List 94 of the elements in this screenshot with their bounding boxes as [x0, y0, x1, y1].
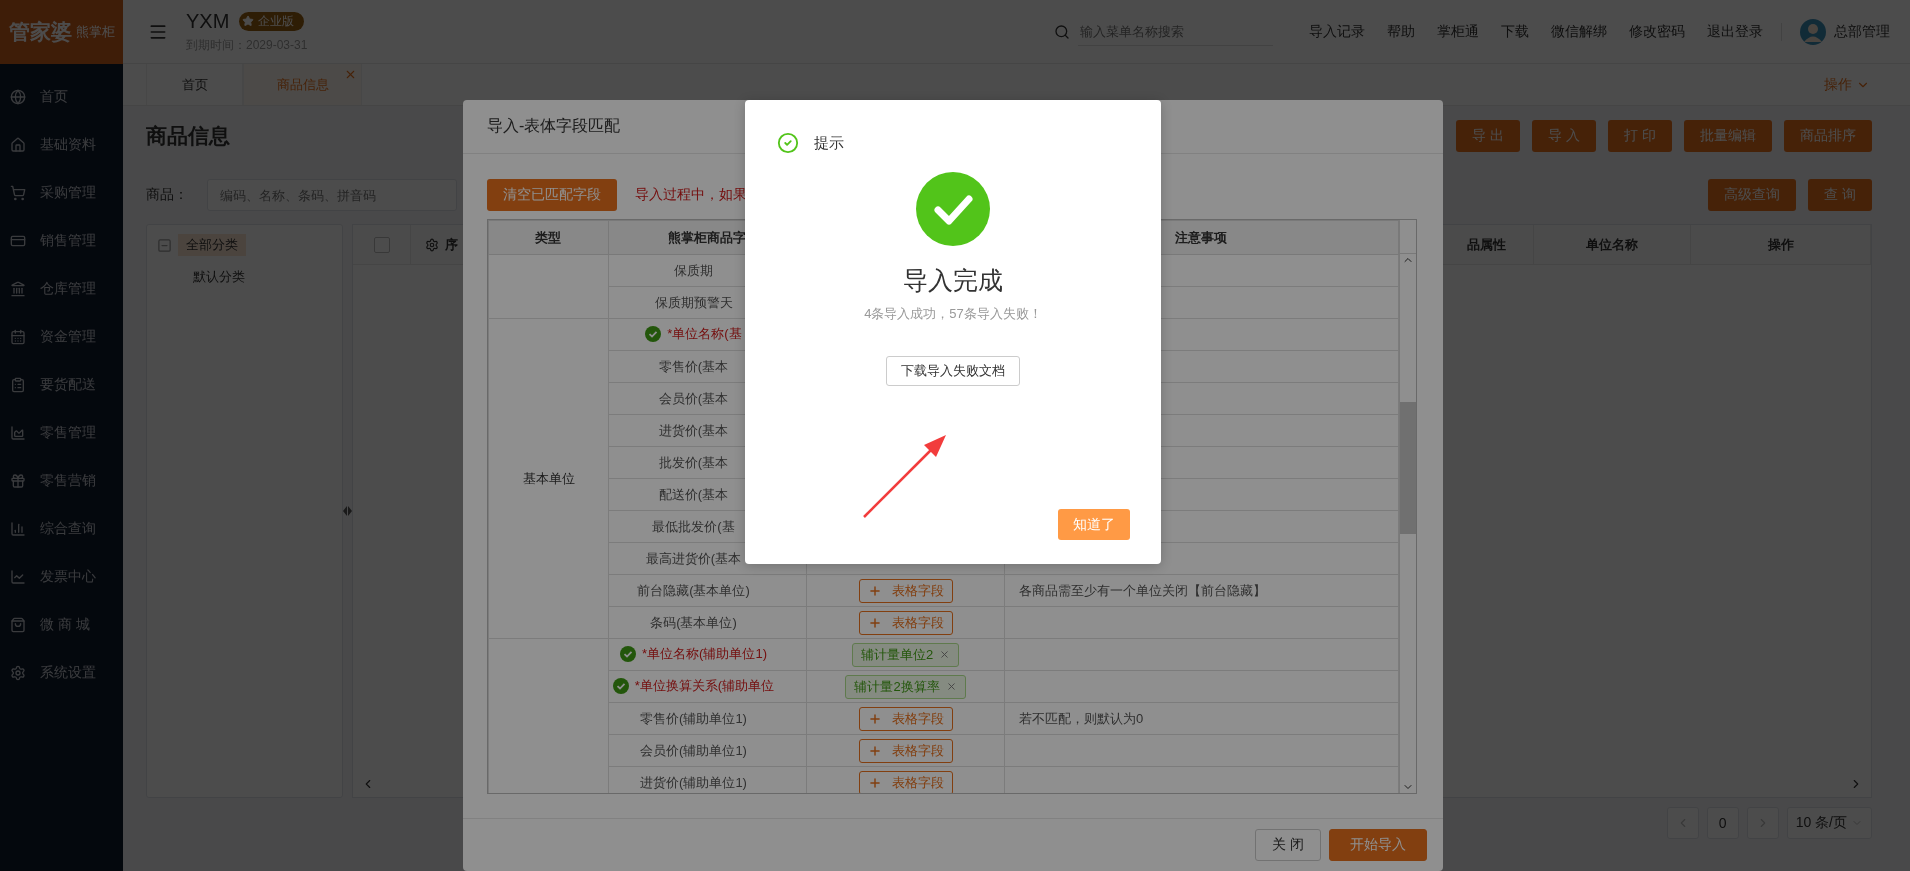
add-field-button[interactable]: 表格字段	[858, 578, 953, 603]
header-link[interactable]: 修改密码	[1629, 22, 1685, 41]
column-header: 序	[445, 235, 458, 254]
company-name: YXM	[186, 9, 230, 33]
column-header: 操作	[1767, 235, 1794, 254]
add-field-button[interactable]: 表格字段	[858, 738, 953, 763]
field-name: 零售价(辅助单位1)	[640, 709, 747, 728]
page-title: 商品信息	[146, 123, 230, 149]
page-tab[interactable]: 商品信息	[243, 64, 362, 105]
remove-icon[interactable]	[939, 649, 951, 660]
gift-icon	[10, 473, 26, 489]
plus-icon	[867, 583, 882, 598]
field-name: *单位换算关系(辅助单位	[634, 676, 775, 695]
filter-label: 商品：	[146, 186, 189, 204]
list-icon	[10, 377, 26, 393]
bag-icon	[10, 617, 26, 633]
field-name: 会员价(基本	[658, 389, 729, 408]
table-cell: 基本单位	[488, 318, 609, 639]
avatar-icon[interactable]	[1800, 18, 1826, 45]
field-name: 批发价(基本	[658, 453, 729, 472]
field-name: 最高进货价(基本	[645, 549, 742, 568]
result-message: 4条导入成功，57条导入失败！	[864, 305, 1042, 323]
warning-text: 导入过程中，如果	[635, 186, 747, 204]
plus-icon	[867, 615, 882, 630]
operations-menu[interactable]: 操作	[1824, 64, 1870, 105]
header-link[interactable]: 退出登录	[1707, 22, 1763, 41]
field-name: 进货价(基本	[658, 421, 729, 440]
plus-icon	[867, 775, 882, 790]
column-header: 品属性	[1466, 235, 1506, 254]
column-header: 类型	[488, 220, 609, 255]
star-icon	[242, 15, 255, 27]
result-heading: 导入完成	[903, 265, 1003, 296]
page-size-select[interactable]: 10 条/页	[1786, 807, 1872, 839]
success-icon	[777, 132, 799, 154]
scrollbar-thumb[interactable]	[1400, 402, 1416, 534]
clear-button[interactable]: 清空已匹配字段	[487, 179, 617, 211]
close-icon[interactable]	[344, 68, 357, 81]
field-name: 保质期预警天	[654, 293, 733, 312]
query-button[interactable]: 查 询	[1808, 179, 1872, 211]
area-chart-icon	[10, 425, 26, 441]
settings-icon	[10, 665, 26, 681]
field-tag[interactable]: 辅计量单位2	[851, 642, 960, 667]
cart-icon	[10, 185, 26, 201]
field-name: 零售价(基本	[658, 357, 729, 376]
add-field-button[interactable]: 表格字段	[858, 706, 953, 731]
success-icon	[916, 172, 990, 246]
toolbar-button[interactable]: 导 出	[1456, 120, 1521, 152]
field-name: 条码(基本单位)	[650, 613, 737, 632]
header-link[interactable]: 下载	[1501, 22, 1529, 41]
field-name: 会员价(辅助单位1)	[640, 741, 747, 760]
settings-icon[interactable]	[425, 237, 439, 252]
edition-badge: 企业版	[239, 11, 305, 31]
tree-item[interactable]: 默认分类	[185, 266, 253, 288]
plus-icon	[867, 711, 882, 726]
toolbar-button[interactable]: 批量编辑	[1684, 120, 1772, 152]
header-link[interactable]: 掌柜通	[1437, 22, 1479, 41]
header-link[interactable]: 微信解绑	[1551, 22, 1607, 41]
field-name: *单位名称(辅助单位1)	[642, 644, 767, 663]
field-name: 进货价(辅助单位1)	[640, 773, 747, 792]
toolbar-button[interactable]: 导 入	[1532, 120, 1597, 152]
ok-button[interactable]: 知道了	[1058, 509, 1130, 540]
tree-item[interactable]: 全部分类	[178, 234, 246, 256]
close-button[interactable]: 关 闭	[1255, 829, 1321, 861]
house-icon	[10, 137, 26, 153]
field-name: 前台隐藏(基本单位)	[637, 581, 750, 600]
field-name: 保质期	[674, 261, 713, 280]
bank-icon	[10, 281, 26, 297]
query-button[interactable]: 高级查询	[1708, 179, 1797, 211]
field-name: *单位名称(基	[667, 324, 742, 343]
add-field-button[interactable]: 表格字段	[858, 770, 953, 793]
calendar-icon	[10, 329, 26, 345]
table-cell: 若不匹配，则默认为0	[1004, 702, 1399, 735]
brand-name: 管家婆	[8, 19, 72, 45]
toolbar-button[interactable]: 商品排序	[1784, 120, 1872, 152]
field-name: 最低批发价(基	[652, 517, 735, 536]
card-icon	[10, 233, 26, 249]
globe-icon	[10, 89, 26, 105]
header-link[interactable]: 导入记录	[1309, 22, 1365, 41]
search-icon	[1054, 23, 1070, 40]
column-header: 单位名称	[1586, 235, 1638, 254]
scrollbar[interactable]	[1399, 220, 1416, 793]
dialog-title: 提示	[814, 133, 844, 153]
start-import-button[interactable]: 开始导入	[1329, 829, 1427, 861]
product-name: 熊掌柜	[75, 23, 115, 41]
collapse-icon[interactable]	[157, 237, 172, 253]
line-chart-icon	[10, 569, 26, 585]
field-name: 配送价(基本	[658, 485, 729, 504]
page-number[interactable]: 0	[1706, 807, 1739, 839]
plus-icon	[867, 743, 882, 758]
bar-chart-icon	[10, 521, 26, 537]
download-button[interactable]: 下载导入失败文档	[886, 356, 1020, 386]
add-field-button[interactable]: 表格字段	[858, 610, 953, 635]
field-tag[interactable]: 辅计量2换算率	[845, 674, 966, 699]
remove-icon[interactable]	[945, 681, 957, 692]
